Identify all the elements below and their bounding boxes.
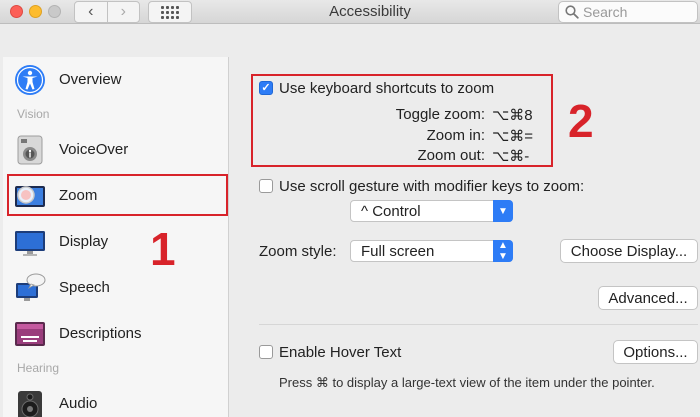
annotation-box-zoom [7,174,228,216]
sidebar-item-label: Display [59,233,109,250]
toggle-zoom-keys: ⌥⌘8 [492,107,533,124]
show-all-grid-icon[interactable] [148,1,192,23]
sidebar-item-label: Overview [59,71,122,88]
close-window-button[interactable] [10,5,23,18]
sidebar-item-overview[interactable]: Overview [3,59,229,99]
search-box[interactable] [558,1,698,23]
nav-button-group: ‹ › [74,1,140,23]
voiceover-icon [17,135,43,165]
sidebar-item-voiceover[interactable]: VoiceOver [3,129,229,169]
modifier-key-value: ^ Control [361,203,421,220]
modifier-key-select[interactable]: ^ Control ▼ [350,200,513,222]
zoom-style-select[interactable]: Full screen ▲ ▼ [350,240,513,262]
search-icon [565,5,579,19]
sidebar-item-label: Descriptions [59,325,142,342]
sidebar-item-label: VoiceOver [59,141,129,158]
forward-button[interactable]: › [108,2,140,22]
speaker-icon [18,391,42,417]
descriptions-icon [15,322,45,346]
search-input[interactable] [583,4,693,20]
zoom-style-value: Full screen [361,243,435,260]
speech-icon [16,273,46,301]
sidebar-item-speech[interactable]: Speech [3,267,229,307]
section-header-hearing: Hearing [17,361,60,375]
zoom-out-label: Zoom out: [417,147,485,164]
section-header-vision: Vision [17,107,50,121]
title-bar: ‹ › Accessibility [0,0,700,24]
zoom-out-keys: ⌥⌘- [492,148,530,165]
fullscreen-window-button[interactable] [48,5,61,18]
choose-display-button[interactable]: Choose Display... [560,239,698,263]
display-icon [15,231,45,256]
hover-options-button[interactable]: Options... [613,340,698,364]
zoom-in-keys: ⌥⌘= [492,128,534,145]
accessibility-icon [15,65,45,95]
updown-chevron-icon: ▲ ▼ [493,240,513,262]
sidebar-item-label: Speech [59,279,110,296]
back-button[interactable]: ‹ [75,2,108,22]
advanced-button[interactable]: Advanced... [598,286,698,310]
section-divider [259,324,698,325]
hover-text-note: Press ⌘ to display a large-text view of … [279,375,655,390]
keyboard-shortcuts-label: Use keyboard shortcuts to zoom [279,80,495,97]
toggle-zoom-label: Toggle zoom: [395,106,485,123]
sidebar-item-descriptions[interactable]: Descriptions [3,313,229,353]
hover-text-checkbox[interactable] [259,345,273,359]
scroll-gesture-checkbox[interactable] [259,179,273,193]
window-title: Accessibility [329,3,411,20]
scroll-gesture-label: Use scroll gesture with modifier keys to… [279,178,585,195]
chevron-down-icon: ▼ [493,200,513,222]
sidebar-item-audio[interactable]: Audio [3,383,229,417]
hover-text-label: Enable Hover Text [279,344,402,361]
annotation-number-1: 1 [150,223,176,275]
sidebar-item-display[interactable]: Display [3,221,229,261]
sidebar-item-label: Audio [59,395,98,412]
sidebar: Overview Vision VoiceOver Zoom Display S… [3,57,229,417]
zoom-style-label: Zoom style: [259,243,337,260]
zoom-in-label: Zoom in: [426,127,485,144]
keyboard-shortcuts-checkbox[interactable]: ✓ [259,81,273,95]
minimize-window-button[interactable] [29,5,42,18]
zoom-settings-pane: ✓ Use keyboard shortcuts to zoom Toggle … [230,57,700,417]
